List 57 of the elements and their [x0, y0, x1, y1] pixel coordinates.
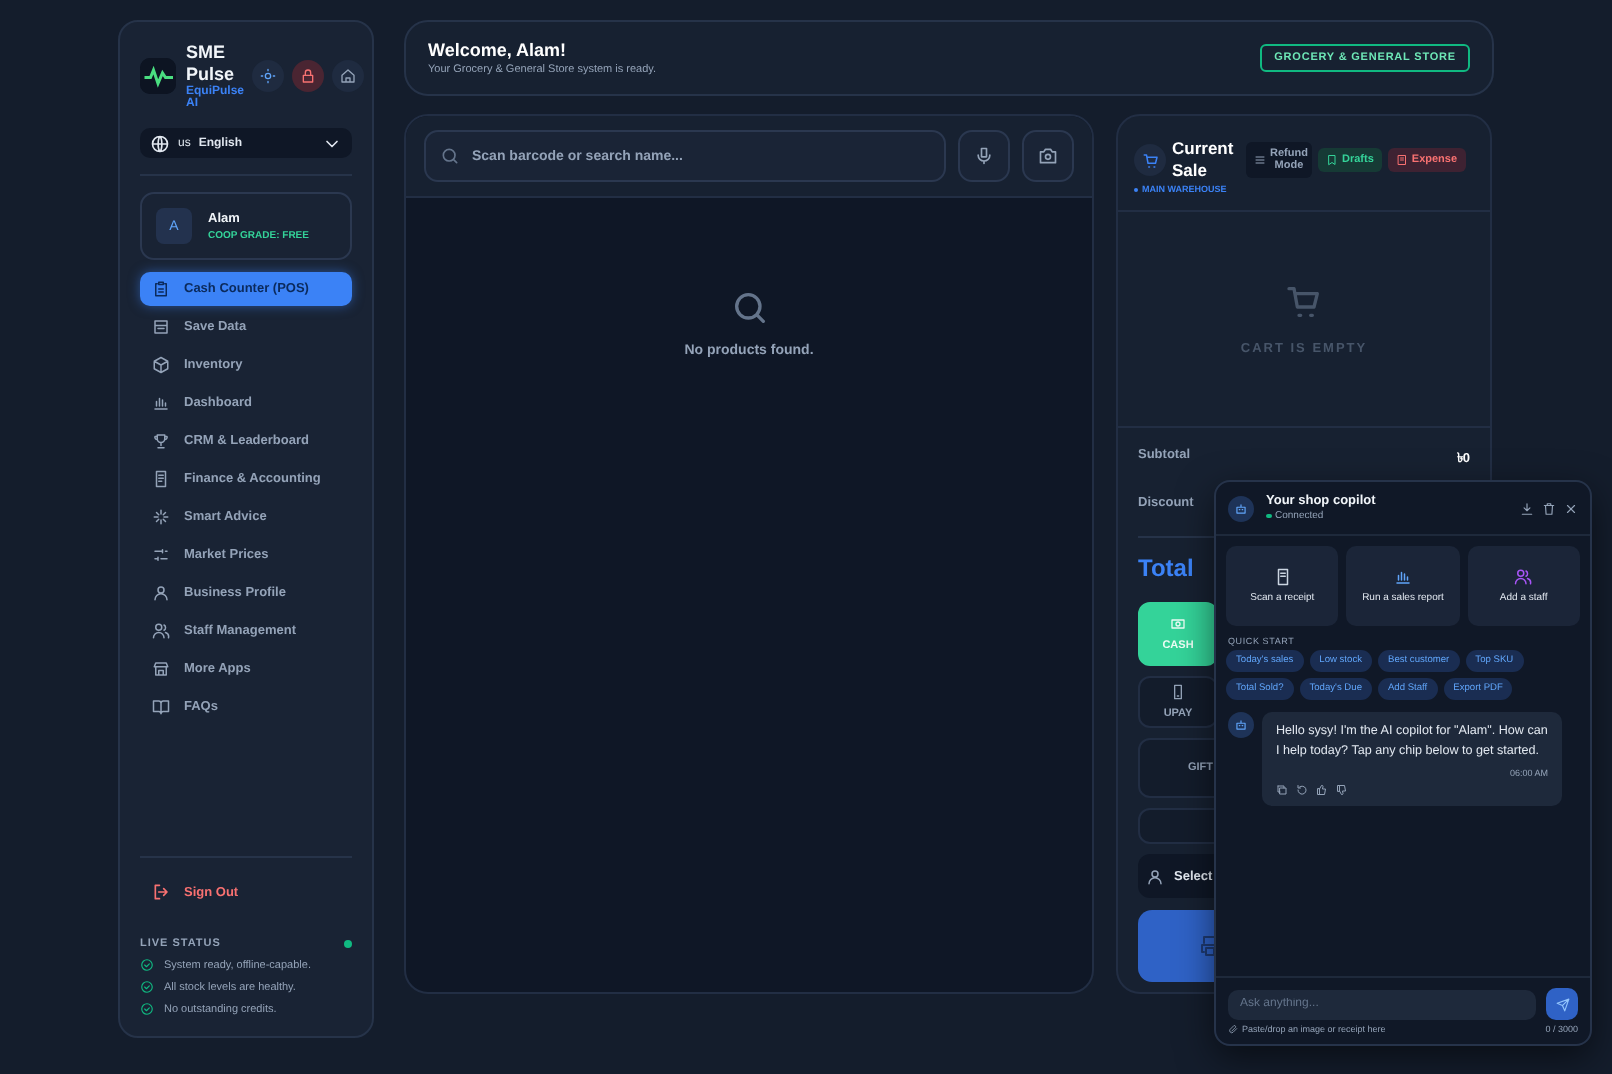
copy-icon: [1276, 784, 1288, 796]
clipboard-icon: [152, 280, 170, 298]
microphone-button[interactable]: [958, 130, 1010, 182]
refresh-icon: [1296, 784, 1308, 796]
search-icon: [440, 146, 460, 166]
bar-chart-icon: [1393, 568, 1412, 586]
brand-title: SME Pulse: [186, 42, 237, 85]
close-icon: [1564, 501, 1578, 515]
lock-icon: [300, 68, 316, 84]
store-icon: [152, 660, 170, 678]
camera-icon: [1038, 146, 1058, 166]
cart-icon: [1284, 282, 1324, 322]
list-icon: [1254, 154, 1266, 166]
database-icon: [152, 318, 170, 336]
sparkle-icon: [152, 508, 170, 526]
lock-button[interactable]: [292, 60, 324, 92]
globe-icon: [150, 133, 170, 153]
sale-title: Current Sale: [1172, 138, 1236, 182]
book-icon: [152, 698, 170, 716]
box-icon: [152, 356, 170, 374]
trash-icon: [1542, 501, 1556, 515]
sliders-icon: [152, 546, 170, 564]
robot-icon: [1234, 501, 1248, 515]
person-icon: [152, 584, 170, 602]
camera-button[interactable]: [1022, 130, 1074, 182]
robot-icon: [1234, 718, 1248, 732]
theme-button[interactable]: [252, 60, 284, 92]
microphone-icon: [974, 146, 994, 166]
send-icon: [1555, 997, 1569, 1011]
person-icon: [1146, 867, 1164, 885]
home-icon: [340, 68, 356, 84]
receipt-icon: [1395, 154, 1408, 166]
trophy-icon: [152, 432, 170, 450]
download-button[interactable]: [1520, 501, 1534, 515]
bar-chart-icon: [152, 394, 170, 412]
status-dot: [344, 940, 352, 948]
download-icon: [1520, 501, 1534, 515]
sun-icon: [260, 68, 276, 84]
thumbs-down-icon: [1336, 784, 1348, 796]
home-button[interactable]: [332, 60, 364, 92]
bookmark-icon: [1326, 154, 1338, 166]
send-button[interactable]: [1546, 988, 1578, 1020]
total-label: Total: [1138, 554, 1194, 582]
people-icon: [1514, 568, 1533, 586]
search-icon: [729, 288, 769, 328]
welcome-title: Welcome, Alam!: [428, 40, 569, 60]
logout-icon: [152, 882, 172, 902]
thumbs-up-icon: [1316, 784, 1328, 796]
paperclip-icon: [1228, 1024, 1238, 1034]
document-icon: [152, 470, 170, 488]
receipt-icon: [1273, 568, 1292, 586]
banknote-icon: [1170, 616, 1186, 632]
delete-button[interactable]: [1542, 501, 1556, 515]
people-icon: [152, 622, 170, 640]
phone-icon: [1170, 684, 1186, 700]
close-button[interactable]: [1564, 501, 1578, 515]
cart-icon: [1141, 151, 1159, 169]
